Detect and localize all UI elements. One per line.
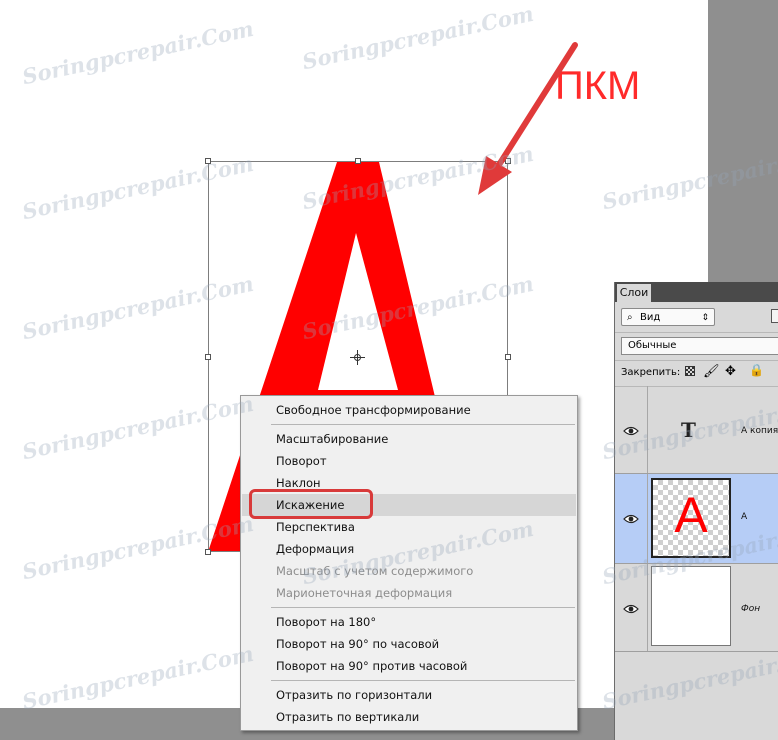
blend-mode-select[interactable]: Обычные bbox=[621, 337, 778, 355]
panel-tab-bar: Слои bbox=[615, 282, 778, 302]
kind-filter-select[interactable]: ⌕ Вид ⇕ bbox=[621, 308, 715, 326]
menu-item[interactable]: Поворот bbox=[242, 450, 576, 472]
layer-name[interactable]: Фон bbox=[741, 604, 760, 614]
eye-icon[interactable] bbox=[623, 514, 639, 524]
menu-item[interactable]: Поворот на 180° bbox=[242, 611, 576, 633]
menu-separator bbox=[271, 424, 575, 425]
text-layer-icon: T bbox=[681, 418, 696, 442]
menu-item: Масштаб с учетом содержимого bbox=[276, 564, 474, 578]
layer-name[interactable]: А копия bbox=[741, 426, 778, 436]
lock-move-icon[interactable]: ✥ bbox=[725, 363, 736, 379]
filter-toggle[interactable] bbox=[771, 309, 778, 323]
layer-thumbnail: A bbox=[651, 478, 731, 558]
tab-layers[interactable]: Слои bbox=[617, 284, 651, 302]
visibility-column bbox=[647, 386, 648, 473]
lock-row: Закрепить: 🖌 ✥ 🔒 bbox=[615, 360, 778, 387]
menu-item[interactable]: Поворот на 90° против часовой bbox=[242, 655, 576, 677]
kind-filter-label: Вид bbox=[640, 312, 661, 323]
thumbnail-letter: A bbox=[674, 487, 708, 543]
menu-item: Марионеточная деформация bbox=[276, 586, 453, 600]
visibility-column bbox=[647, 564, 648, 651]
menu-separator bbox=[271, 680, 575, 681]
menu-item[interactable]: Поворот на 90° по часовой bbox=[242, 633, 576, 655]
layer-name[interactable]: А bbox=[741, 512, 747, 522]
layer-row-selected[interactable]: A А bbox=[615, 474, 778, 564]
stepper-icon: ⇕ bbox=[701, 313, 709, 323]
menu-item[interactable]: Отразить по горизонтали bbox=[242, 684, 576, 706]
lock-all-icon[interactable]: 🔒 bbox=[749, 363, 764, 377]
menu-item[interactable]: Перспектива bbox=[242, 516, 576, 538]
context-menu: Свободное трансформирование Масштабирован… bbox=[240, 395, 578, 731]
eye-icon[interactable] bbox=[623, 426, 639, 436]
menu-item[interactable]: Отразить по вертикали bbox=[242, 706, 576, 728]
blend-row: Обычные bbox=[615, 332, 778, 361]
visibility-column bbox=[647, 474, 648, 563]
menu-separator bbox=[271, 607, 575, 608]
layer-row-background[interactable]: Фон bbox=[615, 564, 778, 652]
highlight-annotation-box bbox=[249, 489, 373, 519]
menu-item[interactable]: Масштабирование bbox=[242, 428, 576, 450]
filter-row: ⌕ Вид ⇕ bbox=[615, 302, 778, 333]
layers-panel: Слои ⌕ Вид ⇕ Обычные Закрепить: 🖌 ✥ 🔒 T … bbox=[614, 282, 778, 740]
lock-brush-icon[interactable]: 🖌 bbox=[703, 363, 720, 379]
layer-row-text[interactable]: T А копия bbox=[615, 386, 778, 474]
search-icon: ⌕ bbox=[627, 312, 633, 323]
menu-item[interactable]: Свободное трансформирование bbox=[242, 399, 576, 421]
lock-transparent-icon[interactable] bbox=[685, 366, 695, 376]
menu-item[interactable]: Деформация bbox=[242, 538, 576, 560]
layer-thumbnail bbox=[651, 566, 731, 646]
lock-label: Закрепить: bbox=[621, 367, 681, 378]
eye-icon[interactable] bbox=[623, 604, 639, 614]
